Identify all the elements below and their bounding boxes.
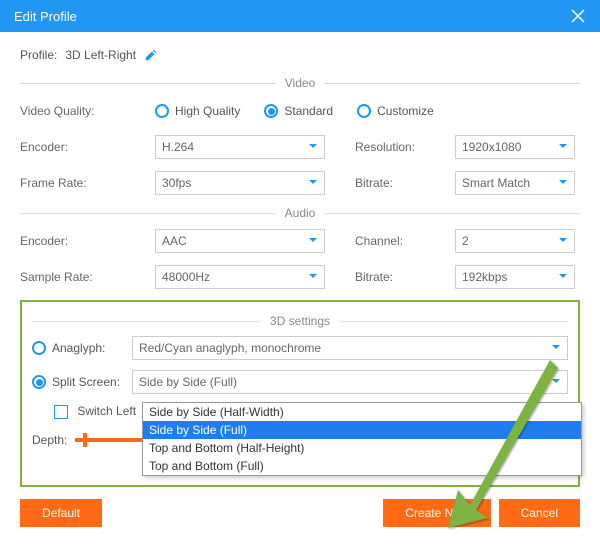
radio-standard[interactable]: Standard <box>264 104 333 118</box>
switch-left-label: Switch Left <box>77 404 136 418</box>
split-screen-dropdown[interactable]: Side by Side (Half-Width) Side by Side (… <box>142 402 582 476</box>
profile-row: Profile: 3D Left-Right <box>20 42 580 72</box>
chevron-down-icon <box>558 140 568 154</box>
profile-label: Profile: <box>20 48 57 62</box>
video-encoder-select[interactable]: H.264 <box>155 135 325 159</box>
samplerate-select[interactable]: 48000Hz <box>155 265 325 289</box>
framerate-label: Frame Rate: <box>20 176 155 190</box>
radio-high-quality[interactable]: High Quality <box>155 104 240 118</box>
channel-label: Channel: <box>355 234 455 248</box>
cancel-button[interactable]: Cancel <box>499 499 580 527</box>
resolution-label: Resolution: <box>355 140 455 154</box>
radio-split-screen[interactable] <box>32 375 46 389</box>
footer: Default Create New Cancel <box>0 487 600 539</box>
channel-select[interactable]: 2 <box>455 229 575 253</box>
anaglyph-label: Anaglyph: <box>52 341 105 355</box>
split-screen-select[interactable]: Side by Side (Full) <box>132 370 568 394</box>
window-title: Edit Profile <box>14 9 570 24</box>
audio-bitrate-select[interactable]: 192kbps <box>455 265 575 289</box>
chevron-down-icon <box>558 176 568 190</box>
titlebar: Edit Profile <box>0 0 600 32</box>
chevron-down-icon <box>308 140 318 154</box>
option-half-height[interactable]: Top and Bottom (Half-Height) <box>143 439 581 457</box>
profile-name: 3D Left-Right <box>65 48 136 62</box>
chevron-down-icon <box>551 375 561 389</box>
audio-encoder-select[interactable]: AAC <box>155 229 325 253</box>
chevron-down-icon <box>308 270 318 284</box>
video-encoder-label: Encoder: <box>20 140 155 154</box>
resolution-select[interactable]: 1920x1080 <box>455 135 575 159</box>
audio-encoder-label: Encoder: <box>20 234 155 248</box>
video-bitrate-select[interactable]: Smart Match <box>455 171 575 195</box>
chevron-down-icon <box>558 234 568 248</box>
chevron-down-icon <box>558 270 568 284</box>
default-button[interactable]: Default <box>20 499 102 527</box>
samplerate-label: Sample Rate: <box>20 270 155 284</box>
video-bitrate-label: Bitrate: <box>355 176 455 190</box>
framerate-select[interactable]: 30fps <box>155 171 325 195</box>
split-screen-label: Split Screen: <box>52 375 120 389</box>
chevron-down-icon <box>308 234 318 248</box>
three-d-settings-box: 3D settings Anaglyph: Red/Cyan anaglyph,… <box>20 300 580 487</box>
audio-section-header: Audio <box>20 206 580 220</box>
audio-bitrate-label: Bitrate: <box>355 270 455 284</box>
three-d-section-header: 3D settings <box>32 314 568 328</box>
video-section-header: Video <box>20 76 580 90</box>
close-icon[interactable] <box>570 8 586 24</box>
radio-anaglyph[interactable] <box>32 341 46 355</box>
video-quality-label: Video Quality: <box>20 104 155 118</box>
anaglyph-select[interactable]: Red/Cyan anaglyph, monochrome <box>132 336 568 360</box>
chevron-down-icon <box>551 341 561 355</box>
radio-customize[interactable]: Customize <box>357 104 434 118</box>
option-half-width[interactable]: Side by Side (Half-Width) <box>143 403 581 421</box>
edit-icon[interactable] <box>144 48 158 62</box>
depth-label: Depth: <box>32 433 67 447</box>
switch-left-checkbox[interactable] <box>54 405 68 419</box>
option-full[interactable]: Side by Side (Full) <box>143 421 581 439</box>
create-new-button[interactable]: Create New <box>383 499 490 527</box>
option-tb-full[interactable]: Top and Bottom (Full) <box>143 457 581 475</box>
chevron-down-icon <box>308 176 318 190</box>
